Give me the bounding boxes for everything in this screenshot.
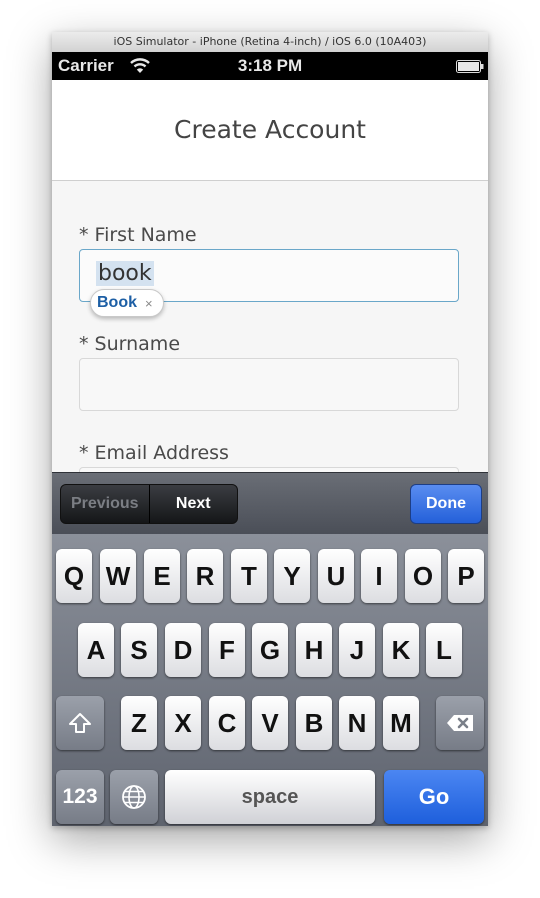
key-l[interactable]: L (426, 623, 462, 677)
key-y[interactable]: Y (274, 549, 310, 603)
globe-icon (122, 785, 146, 809)
first-name-label: * First Name (79, 224, 197, 246)
key-i[interactable]: I (361, 549, 397, 603)
key-b[interactable]: B (296, 696, 332, 750)
key-v[interactable]: V (252, 696, 288, 750)
key-r[interactable]: R (187, 549, 223, 603)
key-c[interactable]: C (209, 696, 245, 750)
key-k[interactable]: K (383, 623, 419, 677)
key-o[interactable]: O (405, 549, 441, 603)
key-t[interactable]: T (231, 549, 267, 603)
numbers-key[interactable]: 123 (56, 770, 104, 824)
status-time: 3:18 PM (237, 56, 303, 75)
keyboard: Q W E R T Y U I O P A S D F G H J K L Z … (52, 534, 488, 826)
simulator-window: iOS Simulator - iPhone (Retina 4-inch) /… (52, 32, 488, 826)
autocorrect-suggestion[interactable]: Book (97, 294, 137, 312)
key-z[interactable]: Z (121, 696, 157, 750)
key-g[interactable]: G (252, 623, 288, 677)
space-key[interactable]: space (165, 770, 375, 824)
key-q[interactable]: Q (56, 549, 92, 603)
key-d[interactable]: D (165, 623, 201, 677)
key-n[interactable]: N (339, 696, 375, 750)
done-button[interactable]: Done (410, 484, 482, 524)
email-label: * Email Address (79, 442, 229, 464)
globe-key[interactable] (110, 770, 158, 824)
previous-button[interactable]: Previous (61, 485, 150, 523)
go-key[interactable]: Go (384, 770, 484, 824)
first-name-value: book (96, 261, 154, 286)
prev-next-control: Previous Next (60, 484, 238, 524)
key-m[interactable]: M (383, 696, 419, 750)
battery-icon (456, 60, 484, 73)
key-h[interactable]: H (296, 623, 332, 677)
account-form: * First Name book * Surname * Email Addr… (52, 181, 488, 520)
backspace-key[interactable] (436, 696, 484, 750)
surname-label: * Surname (79, 333, 181, 355)
key-x[interactable]: X (165, 696, 201, 750)
key-p[interactable]: P (448, 549, 484, 603)
keyboard-toolbar: Previous Next Done (52, 472, 488, 535)
shift-icon (69, 713, 91, 733)
next-button[interactable]: Next (150, 485, 238, 523)
key-j[interactable]: J (339, 623, 375, 677)
key-e[interactable]: E (144, 549, 180, 603)
autocorrect-bubble[interactable]: Book × (90, 289, 164, 317)
navigation-bar: Create Account (52, 80, 488, 181)
backspace-icon (447, 715, 473, 731)
key-f[interactable]: F (209, 623, 245, 677)
key-s[interactable]: S (121, 623, 157, 677)
surname-field[interactable] (79, 358, 459, 411)
key-w[interactable]: W (100, 549, 136, 603)
key-a[interactable]: A (78, 623, 114, 677)
page-title: Create Account (174, 115, 366, 144)
window-titlebar: iOS Simulator - iPhone (Retina 4-inch) /… (52, 32, 488, 53)
key-u[interactable]: U (318, 549, 354, 603)
shift-key[interactable] (56, 696, 104, 750)
autocorrect-dismiss-icon[interactable]: × (145, 296, 153, 311)
status-bar: Carrier 3:18 PM (52, 52, 488, 80)
